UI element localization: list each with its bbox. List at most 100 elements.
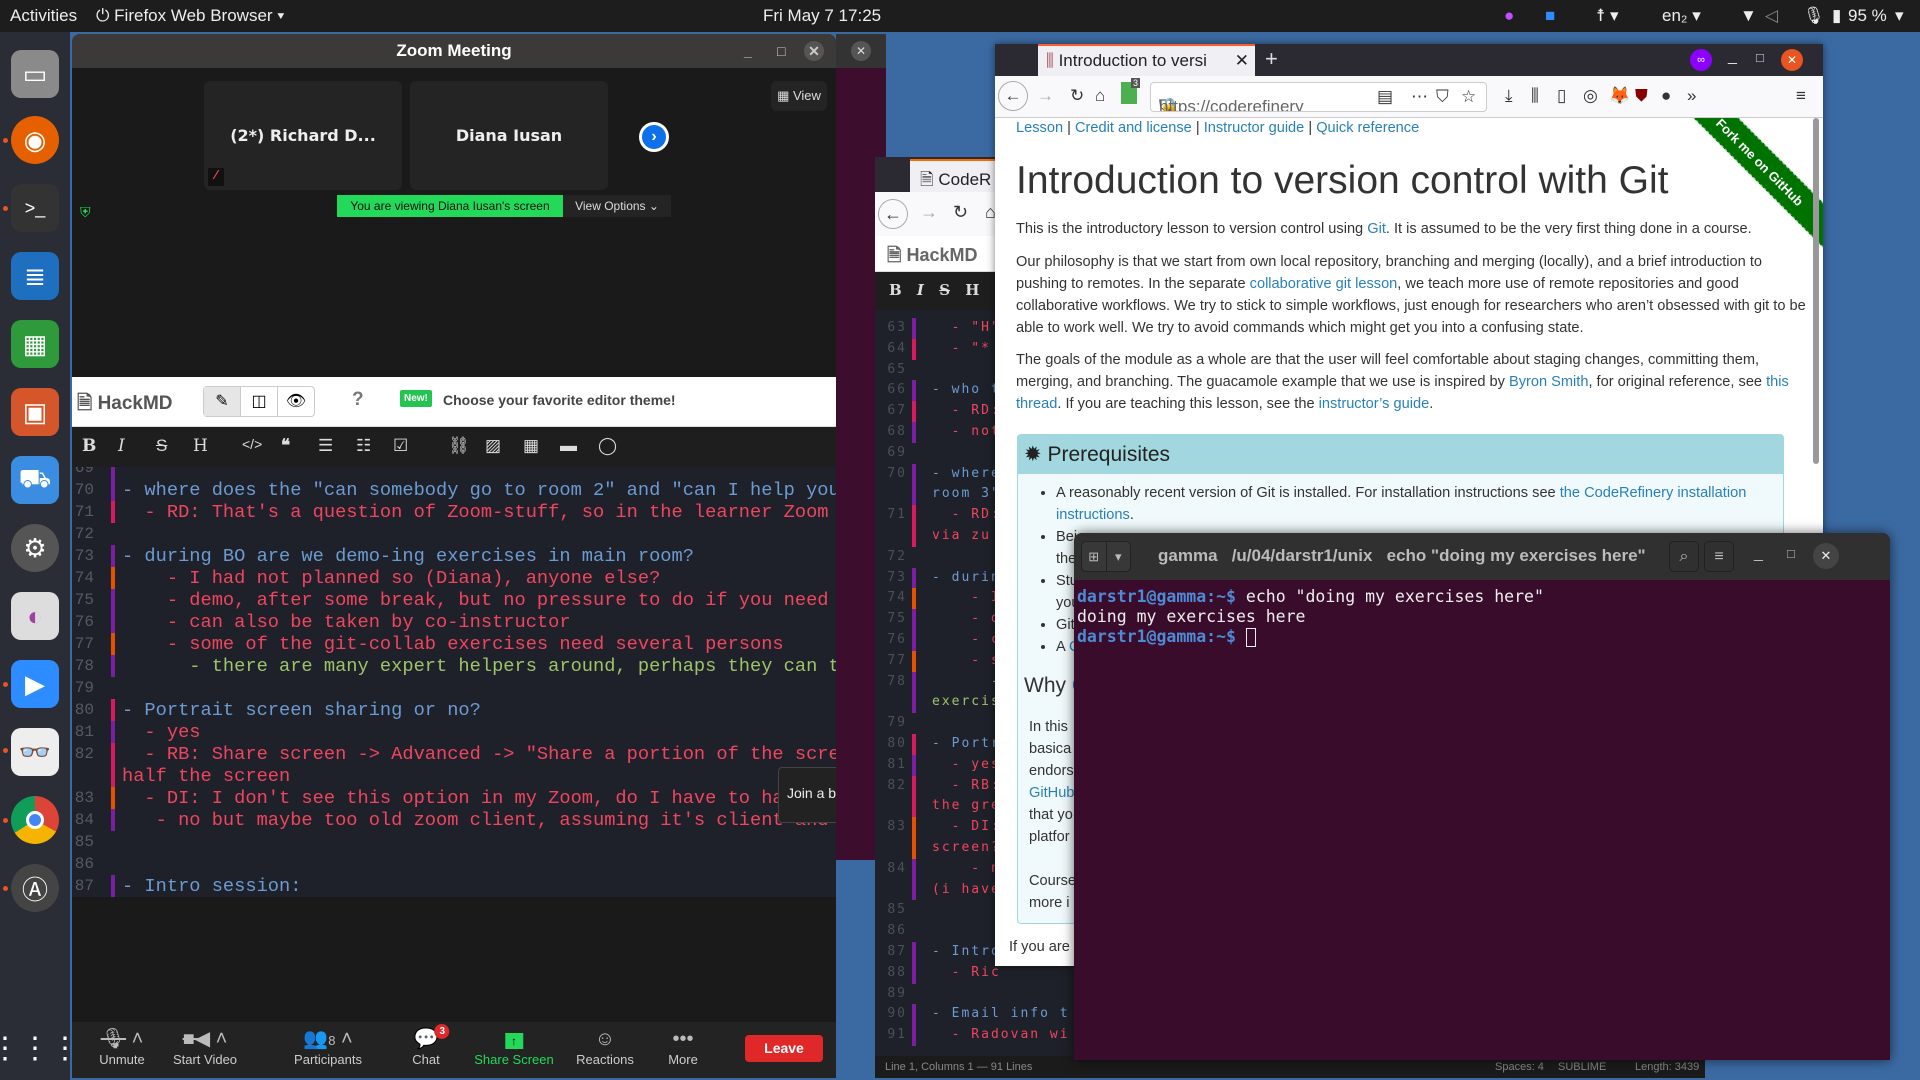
page-actions-icon[interactable]: ⋯: [1411, 83, 1428, 111]
screen-share-indicator-icon[interactable]: ●: [1504, 6, 1514, 26]
view-button[interactable]: ▦ View: [771, 81, 827, 111]
pocket-icon[interactable]: ⛉: [1436, 83, 1449, 111]
activities-button[interactable]: Activities: [10, 6, 77, 26]
instructors-guide-link[interactable]: instructor’s guide: [1319, 396, 1430, 412]
bookmark-star-icon[interactable]: ☆: [1461, 83, 1476, 111]
view-options-dropdown[interactable]: View Options ⌄: [563, 195, 671, 217]
home-button[interactable]: ⌂: [1095, 86, 1105, 106]
chat-button[interactable]: 💬 3 Chat: [412, 1024, 450, 1067]
markdown-editor[interactable]: 69 70 - where does the "can somebody go to…: [72, 467, 836, 897]
settings-icon[interactable]: ⚙: [11, 524, 59, 572]
terminal-output[interactable]: darstr1@gamma:~$ echo "doing my exercise…: [1074, 580, 1890, 654]
start-video-button[interactable]: ■◀ ˄ Start Video: [173, 1026, 237, 1067]
numbered-list-button[interactable]: ☷: [356, 436, 371, 456]
show-applications-icon[interactable]: ⋮⋮⋮: [0, 1024, 80, 1072]
collaborative-git-link[interactable]: collaborative git lesson: [1250, 276, 1398, 292]
writer-icon[interactable]: ≣: [11, 252, 59, 300]
document-viewer-icon[interactable]: 👓: [11, 728, 59, 776]
join-breakout-popup[interactable]: Join a b: [778, 767, 836, 823]
leave-button[interactable]: Leave: [745, 1035, 823, 1062]
reload-button[interactable]: ↻: [1070, 86, 1084, 106]
participants-button[interactable]: 👥8 ˄ Participants: [294, 1026, 362, 1067]
maximize-button[interactable]: □: [777, 34, 785, 68]
browser-tab-active[interactable]: ⫼ Introduction to versi ✕: [1038, 44, 1255, 76]
software-store-icon[interactable]: ⛟: [11, 456, 59, 504]
accessibility-icon[interactable]: ☨ ▾: [1596, 6, 1619, 26]
more-button[interactable]: ••• More: [668, 1026, 698, 1067]
downloads-icon[interactable]: ⤓: [1505, 86, 1513, 106]
security-shield-icon[interactable]: ⛨: [80, 204, 98, 226]
minimize-button[interactable]: _: [1754, 545, 1763, 563]
files-icon[interactable]: ▭: [11, 50, 59, 98]
library-icon[interactable]: ⫼: [1531, 86, 1539, 106]
hamburger-menu-icon[interactable]: ≡: [1796, 86, 1806, 106]
view-mode-button[interactable]: 👁: [277, 387, 314, 416]
byron-smith-link[interactable]: Byron Smith: [1509, 374, 1588, 390]
bold-button[interactable]: B: [889, 281, 902, 299]
cookie-icon[interactable]: ●: [1661, 86, 1671, 106]
close-button[interactable]: ✕: [1813, 543, 1839, 569]
checklist-button[interactable]: ☑: [393, 436, 408, 456]
new-tab-button[interactable]: +: [1265, 46, 1278, 72]
overflow-menu-icon[interactable]: »: [1687, 86, 1696, 106]
tab-menu-chevron-icon[interactable]: ▾: [1105, 542, 1131, 571]
new-tab-icon[interactable]: ⊞: [1082, 542, 1106, 571]
close-button[interactable]: ✕: [804, 41, 824, 61]
forward-button[interactable]: →: [1037, 86, 1054, 106]
language-indicator[interactable]: en₂ ▾: [1662, 6, 1701, 26]
heading-button[interactable]: H: [193, 436, 208, 456]
ublock-icon[interactable]: ⛊: [1635, 86, 1648, 106]
help-button[interactable]: ?: [352, 389, 364, 411]
back-button[interactable]: ←: [998, 81, 1028, 111]
close-tab-icon[interactable]: ✕: [1234, 51, 1249, 71]
heading-button[interactable]: H: [965, 281, 979, 299]
terminal-icon[interactable]: >_: [11, 184, 59, 232]
impress-icon[interactable]: ▣: [11, 388, 59, 436]
reload-button[interactable]: ↻: [953, 202, 968, 223]
firefox-icon[interactable]: ◉: [11, 116, 59, 164]
image-button[interactable]: ▨: [485, 436, 501, 456]
link-button[interactable]: ⛓: [448, 436, 470, 456]
comment-button[interactable]: ◯: [598, 436, 617, 456]
battery-icon[interactable]: ▮: [1832, 6, 1841, 26]
clock[interactable]: Fri May 7 17:25: [763, 6, 881, 26]
edit-mode-button[interactable]: ✎: [204, 387, 240, 416]
extension-fox-icon[interactable]: 🦊: [1609, 86, 1630, 106]
tweaks-icon[interactable]: ◐: [11, 592, 59, 640]
hamburger-menu-icon[interactable]: ≡: [1704, 541, 1734, 572]
wifi-icon[interactable]: ▼: [1740, 6, 1757, 26]
strikethrough-button[interactable]: S: [156, 436, 167, 456]
maximize-button[interactable]: □: [1756, 50, 1764, 65]
unmute-button[interactable]: 🎙 ˄ Unmute: [99, 1026, 145, 1067]
volume-muted-icon[interactable]: ◁: [1765, 6, 1778, 26]
participant-tile[interactable]: (2*) Richard D... ⁄: [204, 81, 402, 190]
forward-button[interactable]: →: [920, 202, 938, 223]
theme-announcement-link[interactable]: Choose your favorite editor theme!: [443, 392, 676, 408]
share-screen-button[interactable]: ↑ Share Screen: [474, 1026, 554, 1067]
close-icon[interactable]: ✕: [851, 41, 871, 61]
strikethrough-button[interactable]: S: [939, 281, 950, 299]
account-icon[interactable]: ◎: [1583, 86, 1598, 106]
system-menu-chevron-icon[interactable]: ▾: [1895, 6, 1904, 26]
nav-link-instructor-guide[interactable]: Instructor guide: [1204, 120, 1305, 136]
next-page-arrow-icon[interactable]: ›: [639, 122, 669, 152]
url-bar[interactable]: ⛉ 🔒 https://coderefinery ▤ ⋯ ⛉ ☆: [1150, 82, 1487, 112]
split-mode-button[interactable]: ◫: [240, 387, 277, 416]
close-window-button[interactable]: ✕: [1781, 49, 1803, 71]
participant-tile[interactable]: Diana Iusan: [410, 81, 608, 190]
maximize-button[interactable]: □: [1787, 546, 1795, 561]
battery-percent[interactable]: 95 %: [1848, 6, 1887, 26]
page-scrollbar[interactable]: [1813, 118, 1819, 464]
nav-link-quick-reference[interactable]: Quick reference: [1316, 120, 1419, 136]
code-button[interactable]: </>: [242, 436, 262, 452]
quote-button[interactable]: ❝: [281, 436, 290, 456]
italic-button[interactable]: I: [917, 281, 924, 299]
nav-link-lesson[interactable]: Lesson: [1016, 120, 1063, 136]
software-updater-icon[interactable]: Ⓐ: [11, 864, 59, 912]
git-link[interactable]: Git: [1367, 221, 1386, 237]
table-button[interactable]: ▦: [523, 436, 539, 456]
bullet-list-button[interactable]: ☰: [318, 436, 333, 456]
hackmd-logo[interactable]: 🗎 HackMD: [887, 243, 978, 273]
bold-button[interactable]: B: [82, 436, 96, 456]
italic-button[interactable]: I: [118, 436, 125, 456]
